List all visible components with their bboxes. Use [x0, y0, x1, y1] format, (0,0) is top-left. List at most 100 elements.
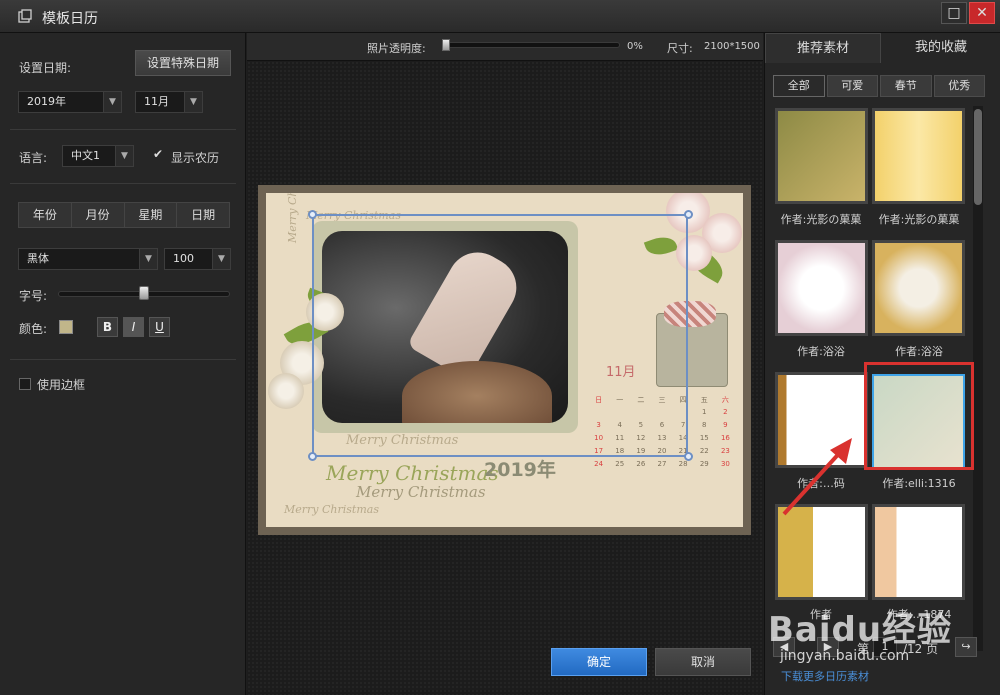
template-caption: 作者:光影の菓菓	[878, 213, 960, 226]
bold-button[interactable]: B	[97, 317, 118, 337]
decor-text: Merry Christmas	[286, 193, 299, 243]
border-checkbox[interactable]	[19, 378, 31, 390]
chevron-down-icon: ▼	[184, 92, 202, 112]
resize-handle[interactable]	[684, 452, 693, 461]
chevron-down-icon: ▼	[212, 249, 230, 269]
page-input[interactable]: 1	[873, 637, 897, 657]
font-size-slider-thumb[interactable]	[139, 286, 149, 300]
filter-spring-festival[interactable]: 春节	[880, 75, 932, 97]
calendar-year-label: 2019年	[484, 459, 556, 481]
go-page-button[interactable]: ↪	[955, 637, 977, 657]
size-select-value: 100	[173, 252, 194, 265]
segment-month[interactable]: 月份	[71, 203, 125, 227]
filter-all[interactable]: 全部	[773, 75, 825, 97]
chevron-down-icon: ▼	[115, 146, 133, 166]
segment-date[interactable]: 日期	[177, 203, 229, 227]
template-thumbnail[interactable]	[872, 240, 965, 336]
tab-favorites[interactable]: 我的收藏	[881, 33, 1000, 63]
size-label: 尺寸:	[667, 42, 693, 55]
day-cell: 22	[699, 447, 709, 455]
red-arrow-annotation	[782, 438, 852, 516]
day-cell: 30	[720, 460, 730, 468]
chevron-down-icon: ▼	[139, 249, 157, 269]
preview-area: 照片透明度: 0% 尺寸: 2100*1500 Merry Christmas …	[247, 33, 763, 695]
cancel-button[interactable]: 取消	[655, 648, 751, 676]
day-cell: 1	[702, 408, 707, 416]
font-size-label: 字号:	[19, 289, 48, 303]
opacity-label: 照片透明度:	[367, 42, 426, 55]
divider	[10, 183, 236, 184]
weekday-cell: 六	[721, 396, 729, 404]
border-label: 使用边框	[37, 378, 86, 392]
decor-text: Merry Christmas	[356, 483, 486, 501]
template-thumbnail[interactable]	[872, 108, 965, 204]
show-lunar-checkbox[interactable]: ✔	[153, 147, 163, 161]
preview-toolbar: 照片透明度: 0% 尺寸: 2100*1500	[247, 33, 763, 61]
next-page-button[interactable]: ▶	[817, 637, 839, 657]
segment-weekday[interactable]: 星期	[124, 203, 178, 227]
opacity-slider[interactable]	[442, 42, 620, 48]
close-button[interactable]: ✕	[969, 2, 995, 24]
italic-button[interactable]: I	[123, 317, 144, 337]
chevron-right-icon: ▶	[823, 640, 833, 653]
year-select-value: 2019年	[27, 95, 66, 108]
calendar-app-icon	[18, 9, 32, 23]
decor-text: Merry Christmas	[326, 461, 499, 485]
language-select[interactable]: 中文1 ▼	[62, 145, 134, 167]
special-date-button[interactable]: 设置特殊日期	[135, 50, 231, 76]
template-caption: 作者:…1874	[886, 608, 952, 621]
month-select-value: 11月	[144, 95, 169, 108]
page-total: /12 页	[903, 642, 939, 656]
day-cell: 27	[657, 460, 667, 468]
underline-button[interactable]: U	[149, 317, 170, 337]
day-cell: 16	[720, 434, 730, 442]
title-bar: 模板日历 □ ✕	[0, 0, 1000, 33]
segment-year[interactable]: 年份	[19, 203, 72, 227]
filter-excellent[interactable]: 优秀	[933, 75, 985, 97]
tab-recommended[interactable]: 推荐素材	[765, 33, 881, 63]
category-filters: 全部 可爱 春节 优秀	[773, 75, 985, 97]
year-select[interactable]: 2019年 ▼	[18, 91, 122, 113]
resize-handle[interactable]	[308, 452, 317, 461]
size-select[interactable]: 100 ▼	[164, 248, 231, 270]
opacity-slider-thumb[interactable]	[442, 39, 450, 51]
resize-handle[interactable]	[308, 210, 317, 219]
day-cell: 9	[723, 421, 728, 429]
decor-text: Merry Christmas	[284, 503, 379, 516]
calendar-preview[interactable]: Merry Christmas Merry Christmas Merry Ch…	[258, 185, 751, 535]
day-cell: 28	[678, 460, 688, 468]
day-cell: 25	[615, 460, 625, 468]
template-thumbnail[interactable]	[872, 504, 965, 600]
photo-selection-box[interactable]	[312, 214, 688, 457]
highlight-box	[864, 362, 974, 470]
size-value: 2100*1500	[704, 41, 760, 52]
show-lunar-label: 显示农历	[171, 151, 220, 165]
month-select[interactable]: 11月 ▼	[135, 91, 203, 113]
template-caption: 作者:光影の菓菓	[780, 213, 862, 226]
divider	[10, 359, 236, 360]
filter-cute[interactable]: 可爱	[826, 75, 878, 97]
scrollbar-thumb[interactable]	[974, 109, 982, 205]
maximize-button[interactable]: □	[941, 2, 967, 24]
template-caption: 作者:浴浴	[797, 345, 845, 358]
day-cell: 8	[702, 421, 707, 429]
day-cell: 15	[699, 434, 709, 442]
chevron-left-icon: ◀	[779, 640, 789, 653]
font-select[interactable]: 黑体 ▼	[18, 248, 158, 270]
template-thumbnail[interactable]	[775, 240, 868, 336]
flower-decoration	[268, 373, 304, 409]
template-thumbnail[interactable]	[775, 108, 868, 204]
language-label: 语言:	[19, 151, 48, 165]
arrow-right-icon: ↪	[961, 640, 971, 653]
template-caption: 作者:浴浴	[895, 345, 943, 358]
confirm-button[interactable]: 确定	[551, 648, 647, 676]
settings-panel: 设置日期: 设置特殊日期 2019年 ▼ 11月 ▼ 语言: 中文1 ▼ ✔ 显…	[0, 33, 246, 695]
download-more-link[interactable]: 下载更多日历素材	[781, 668, 869, 684]
divider	[10, 129, 236, 130]
color-swatch[interactable]	[59, 320, 73, 334]
template-caption: 作者	[810, 608, 832, 621]
prev-page-button[interactable]: ◀	[773, 637, 795, 657]
date-label: 设置日期:	[19, 61, 72, 75]
resize-handle[interactable]	[684, 210, 693, 219]
day-cell: 2	[723, 408, 728, 416]
